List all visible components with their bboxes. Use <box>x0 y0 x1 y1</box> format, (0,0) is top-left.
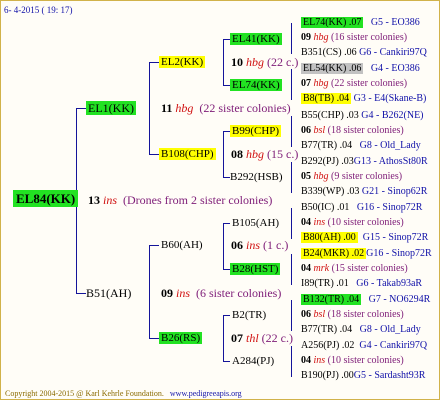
connector <box>223 315 224 362</box>
gen4-node: B292(HSB) <box>230 171 283 183</box>
gen5-drone-info: 06 bsl (18 sister colonies) <box>301 309 404 320</box>
gen5-queen: B55(CHP) .03 G4 - B262(NE) <box>301 110 424 121</box>
gen5-queen: B190(PJ) .00G5 - Sardasht93R <box>301 370 426 381</box>
date-stamp: 6- 4-2015 ( 19: 17) <box>4 5 73 15</box>
gen5-queen: B8(TB) .04 G3 - E4(Skane-B) <box>301 93 427 104</box>
gen5-drone-info: 09 hbg (16 sister colonies) <box>301 32 408 43</box>
connector <box>149 62 159 63</box>
gen2-node: EL1(KK) <box>86 101 136 115</box>
connector <box>149 338 159 339</box>
connector <box>76 108 86 109</box>
gen5-queen: B50(IC) .01 G16 - Sinop72R <box>301 202 423 213</box>
gen3-drone-info: 07 thl (22 c.) <box>231 331 293 345</box>
connector <box>291 208 292 239</box>
connector <box>223 39 224 85</box>
root-drone-info: 13 ins (Drones from 2 sister colonies) <box>88 193 273 207</box>
gen2-drone-info: 09 ins (6 sister colonies) <box>161 286 282 300</box>
gen5-queen: A256(PJ) .02 G4 - Cankiri97Q <box>301 340 428 351</box>
connector <box>149 245 159 246</box>
gen5-queen: B292(PJ) .03G13 - AthosSt80R <box>301 156 428 167</box>
connector <box>223 131 224 178</box>
gen3-node: B26(RS) <box>159 332 203 344</box>
gen3-node: EL2(KK) <box>159 56 206 68</box>
connector <box>149 154 159 155</box>
connector <box>291 23 292 54</box>
gen5-drone-info: 05 hbg (9 sister colonies) <box>301 171 403 182</box>
gen4-node: B99(CHP) <box>230 125 282 137</box>
gen2-drone-info: 11 hbg (22 sister colonies) <box>161 101 291 115</box>
gen3-drone-info: 06 ins (1 c.) <box>231 238 289 252</box>
gen3-drone-info: 10 hbg (22 c.) <box>231 55 299 69</box>
pedigree-canvas: 6- 4-2015 ( 19: 17) EL84(KK) 13 ins (Dro… <box>0 0 440 400</box>
gen4-node: EL74(KK) <box>230 79 282 91</box>
gen3-drone-info: 08 hbg (15 c.) <box>231 147 299 161</box>
connector <box>223 85 230 86</box>
gen5-queen: B77(TR) .04 G8 - Old_Lady <box>301 324 421 335</box>
gen5-queen: B24(MKR) .02 G16 - Sinop72R <box>301 248 432 259</box>
connector <box>223 131 230 132</box>
gen5-queen: B132(TR) .04 G7 - NO6294R <box>301 294 431 305</box>
connector <box>291 254 292 285</box>
connector <box>223 39 230 40</box>
connector <box>223 177 230 178</box>
connector <box>223 223 224 270</box>
connector <box>291 69 292 100</box>
gen4-node: B105(AH) <box>232 217 280 229</box>
gen2-node: B51(AH) <box>86 286 132 300</box>
connector <box>291 116 292 147</box>
gen4-node: EL41(KK) <box>230 33 282 45</box>
connector <box>223 269 230 270</box>
gen5-drone-info: 04 ins (10 sister colonies) <box>301 217 404 228</box>
root-label: EL84(KK) <box>13 190 79 207</box>
gen5-drone-info: 06 bsl (18 sister colonies) <box>301 125 404 136</box>
connector <box>223 361 230 362</box>
footer-link[interactable]: www.pedigreeapis.org <box>170 389 242 398</box>
gen5-queen: B339(WP) .03 G21 - Sinop62R <box>301 186 428 197</box>
connector <box>291 346 292 377</box>
gen3-node: B108(CHP) <box>159 148 216 160</box>
connector <box>223 315 230 316</box>
connector <box>149 62 150 155</box>
gen5-queen: B80(AH) .00 G15 - Sinop72R <box>301 232 429 243</box>
gen4-node: B2(TR) <box>232 309 267 321</box>
root-queen: EL84(KK) <box>13 190 79 207</box>
gen3-node: B60(AH) <box>161 239 203 251</box>
gen5-queen: B351(CS) .06 G6 - Cankiri97Q <box>301 47 427 58</box>
gen4-node: A284(PJ) <box>232 355 275 367</box>
gen5-drone-info: 04 mrk (15 sister colonies) <box>301 263 408 274</box>
connector <box>76 293 86 294</box>
gen5-drone-info: 04 ins (10 sister colonies) <box>301 355 404 366</box>
connector <box>223 223 230 224</box>
connector <box>149 245 150 339</box>
gen4-node: B28(HST) <box>230 263 281 275</box>
copyright-footer: Copyright 2004-2015 @ Karl Kehrle Founda… <box>5 389 242 398</box>
gen5-queen: B77(TR) .04 G8 - Old_Lady <box>301 140 421 151</box>
gen5-drone-info: 07 hbg (22 sister colonies) <box>301 78 408 89</box>
connector <box>291 300 292 331</box>
gen5-queen: EL54(KK) .06 G4 - EO386 <box>301 63 420 74</box>
gen5-queen: EL74(KK) .07 G5 - EO386 <box>301 17 420 28</box>
gen5-queen: I89(TR) .01 G6 - Takab93aR <box>301 278 423 289</box>
connector <box>291 162 292 193</box>
